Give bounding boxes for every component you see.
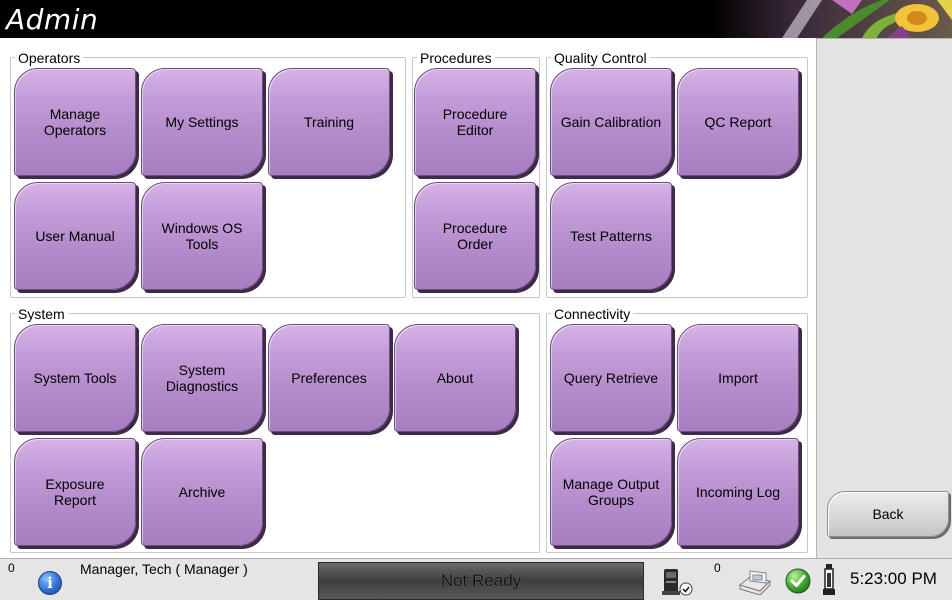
training-button[interactable]: Training [268,68,390,176]
button-label: Import [718,370,758,386]
tube-status-icon[interactable] [818,563,840,597]
manage-operators-button[interactable]: Manage Operators [14,68,136,176]
output-queue-icon[interactable] [736,567,776,595]
system-tools-button[interactable]: System Tools [14,324,136,432]
incoming-log-button[interactable]: Incoming Log [677,438,799,546]
clock: 5:23:00 PM [850,569,937,588]
preferences-button[interactable]: Preferences [268,324,390,432]
system-diagnostics-button[interactable]: System Diagnostics [141,324,263,432]
exposure-report-button[interactable]: Exposure Report [14,438,136,546]
query-retrieve-button[interactable]: Query Retrieve [550,324,672,432]
button-label: Exposure Report [45,476,105,508]
system-group-label: System [15,306,68,322]
system-status-text: Not Ready [440,571,522,590]
import-button[interactable]: Import [677,324,799,432]
user-manual-button[interactable]: User Manual [14,182,136,290]
procedure-editor-button[interactable]: Procedure Editor [414,68,536,176]
operators-group-label: Operators [15,50,84,66]
button-label: Training [303,114,355,130]
info-icon[interactable]: i [38,571,62,595]
button-label: Procedure Editor [442,106,508,138]
main-content: Operators Manage Operators My Settings T… [0,38,816,558]
procedures-group-label: Procedures [417,50,495,66]
about-button[interactable]: About [394,324,516,432]
button-label: About [436,370,474,386]
archive-button[interactable]: Archive [141,438,263,546]
flower-banner-image [712,0,952,38]
button-label: Manage Output Groups [562,476,660,508]
button-label: Test Patterns [570,228,652,244]
button-label: Windows OS Tools [161,220,243,252]
check-ok-icon[interactable] [784,567,812,595]
gain-calibration-button[interactable]: Gain Calibration [550,68,672,176]
button-label: My Settings [165,114,239,130]
test-patterns-button[interactable]: Test Patterns [550,182,672,290]
queue-count: 0 [714,561,721,575]
system-status-button[interactable]: Not Ready [318,562,644,600]
button-label: User Manual [35,228,115,244]
quality-control-group-label: Quality Control [551,50,650,66]
button-label: Manage Operators [43,106,107,138]
back-button[interactable]: Back [827,491,949,537]
manage-output-groups-button[interactable]: Manage Output Groups [550,438,672,546]
connectivity-group-label: Connectivity [551,306,634,322]
button-label: Incoming Log [695,484,781,500]
title-bar: Admin [0,0,952,38]
status-bar: 0 i Manager, Tech ( Manager ) Not Ready … [0,558,952,600]
alert-count: 0 [8,561,15,575]
qc-report-button[interactable]: QC Report [677,68,799,176]
button-label: Procedure Order [442,220,508,252]
right-panel: Back [816,38,952,558]
my-settings-button[interactable]: My Settings [141,68,263,176]
button-label: Archive [178,484,226,500]
button-label: Preferences [291,370,367,386]
procedure-order-button[interactable]: Procedure Order [414,182,536,290]
page-title: Admin [6,3,99,36]
button-label: Gain Calibration [560,114,662,130]
detector-status-icon[interactable] [660,567,696,597]
windows-os-tools-button[interactable]: Windows OS Tools [141,182,263,290]
button-label: System Diagnostics [165,362,239,394]
current-user[interactable]: Manager, Tech ( Manager ) [80,561,248,577]
button-label: Query Retrieve [563,370,659,386]
button-label: System Tools [33,370,117,386]
button-label: QC Report [704,114,772,130]
